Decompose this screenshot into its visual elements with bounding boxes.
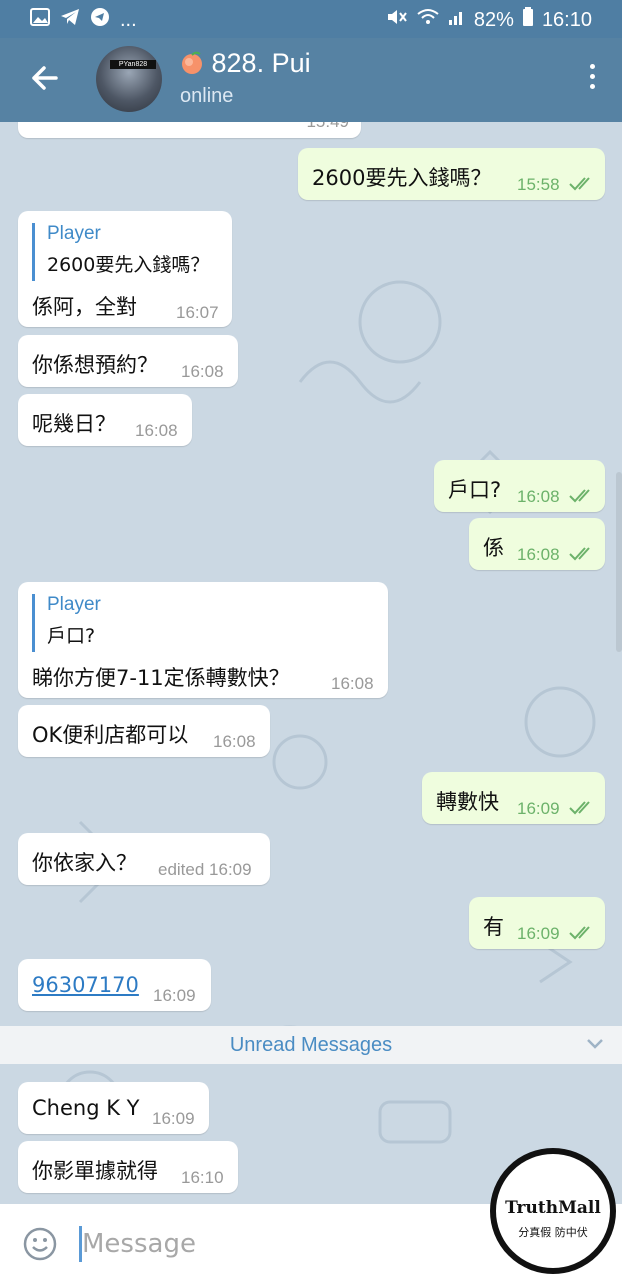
message-text: 呢幾日？: [32, 412, 116, 436]
reply-quote[interactable]: Player 戶口?: [32, 594, 101, 652]
wifi-icon: [416, 8, 440, 32]
unread-label: Unread Messages: [229, 1034, 393, 1056]
read-checkmarks-icon: [569, 177, 590, 191]
message-bubble-incoming[interactable]: Player 戶口? 睇你方便7-11定係轉數快？ 16:08: [18, 582, 388, 698]
phone-number-link[interactable]: 96307170: [32, 973, 139, 997]
signal-icon: [448, 8, 466, 32]
more-menu-icon[interactable]: [586, 64, 598, 96]
status-bar: ... 82% 16:10: [0, 0, 622, 38]
avatar[interactable]: PYan828: [96, 46, 162, 112]
mute-icon: [386, 8, 408, 32]
message-time: 16:10: [181, 1168, 224, 1187]
reply-author: Player: [47, 223, 101, 244]
message-bubble-outgoing[interactable]: 戶口? 16:08: [434, 460, 605, 512]
message-text: 你係想預約？: [32, 353, 158, 377]
message-bubble-outgoing[interactable]: 係 16:08: [469, 518, 605, 570]
system-indicators: 82% 16:10: [386, 7, 592, 33]
contact-name: 828. Pui: [211, 48, 311, 78]
watermark-brand: TruthMall: [505, 1198, 601, 1218]
scrollbar[interactable]: [616, 472, 622, 652]
message-bubble-incoming[interactable]: 15:49: [18, 122, 361, 138]
read-checkmarks-icon: [569, 489, 590, 503]
chevron-down-icon[interactable]: [586, 1037, 604, 1051]
unread-messages-divider: Unread Messages: [0, 1026, 622, 1064]
message-bubble-incoming[interactable]: 你依家入？ edited 16:09: [18, 833, 270, 885]
reply-author: Player: [47, 594, 101, 615]
message-time: 15:49: [306, 122, 349, 132]
chat-header: PYan828 828. Pui online: [0, 38, 622, 122]
message-text: 戶口?: [448, 478, 502, 502]
message-bubble-outgoing[interactable]: 轉數快 16:09: [422, 772, 605, 824]
read-checkmarks-icon: [569, 547, 590, 561]
message-bubble-incoming[interactable]: 呢幾日？ 16:08: [18, 394, 192, 446]
message-text: 你依家入？: [32, 851, 137, 875]
message-time: 16:08: [181, 362, 224, 381]
message-time: 16:09: [153, 986, 196, 1005]
message-bubble-incoming[interactable]: 96307170 16:09: [18, 959, 211, 1011]
telegram-circle-icon: [90, 7, 110, 33]
message-text: 有: [483, 915, 504, 939]
more-notifications: ...: [120, 8, 137, 31]
message-bubble-incoming[interactable]: 你影單據就得 16:10: [18, 1141, 238, 1193]
notification-icons: ...: [30, 7, 137, 33]
peach-icon: [180, 48, 212, 78]
battery-icon: [522, 7, 534, 33]
truthmall-watermark-logo: TruthMall 分真假 防中伏: [490, 1148, 616, 1274]
message-time: 16:07: [176, 303, 219, 322]
read-checkmarks-icon: [569, 926, 590, 940]
message-input[interactable]: [82, 1224, 462, 1264]
message-time: 16:09: [152, 1109, 195, 1128]
gallery-icon: [30, 8, 50, 32]
message-time: 16:08: [517, 487, 560, 506]
message-time: edited 16:09: [158, 860, 252, 879]
message-text: 係阿，全對: [32, 295, 137, 319]
battery-level: 82%: [473, 8, 514, 31]
message-time: 16:08: [135, 421, 178, 440]
message-time: 16:08: [517, 545, 560, 564]
avatar-tag: PYan828: [110, 60, 156, 69]
back-arrow-icon[interactable]: [26, 60, 62, 96]
message-time: 16:09: [517, 924, 560, 943]
reply-quote[interactable]: Player 2600要先入錢嗎？: [32, 223, 209, 281]
read-checkmarks-icon: [569, 801, 590, 815]
chat-title[interactable]: 828. Pui: [180, 48, 311, 79]
message-time: 16:09: [517, 799, 560, 818]
message-bubble-outgoing[interactable]: 有 16:09: [469, 897, 605, 949]
message-bubble-incoming[interactable]: OK便利店都可以 16:08: [18, 705, 270, 757]
message-text: 轉數快: [436, 790, 499, 814]
message-bubble-incoming[interactable]: Player 2600要先入錢嗎？ 係阿，全對 16:07: [18, 211, 232, 327]
message-bubble-incoming[interactable]: 你係想預約？ 16:08: [18, 335, 238, 387]
message-time: 15:58: [517, 175, 560, 194]
message-text: 睇你方便7-11定係轉數快？: [32, 666, 290, 690]
message-text: Cheng K Y: [32, 1096, 140, 1120]
message-time: 16:08: [331, 674, 374, 693]
watermark-slogan: 分真假 防中伏: [518, 1226, 588, 1239]
online-status: online: [180, 85, 234, 107]
message-list[interactable]: 15:49 2600要先入錢嗎？ 15:58 Player 2600要先入錢嗎？…: [0, 122, 622, 1204]
message-bubble-incoming[interactable]: Cheng K Y 16:09: [18, 1082, 209, 1134]
message-bubble-outgoing[interactable]: 2600要先入錢嗎？ 15:58: [298, 148, 605, 200]
message-text: 2600要先入錢嗎？: [312, 166, 492, 190]
message-text: 係: [483, 536, 504, 560]
telegram-icon: [60, 8, 80, 32]
clock: 16:10: [541, 8, 592, 31]
reply-text: 戶口?: [47, 625, 96, 647]
emoji-icon[interactable]: [22, 1226, 58, 1262]
message-time: 16:08: [213, 732, 256, 751]
message-text: 你影單據就得: [32, 1159, 158, 1183]
reply-text: 2600要先入錢嗎？: [47, 254, 210, 276]
message-text: OK便利店都可以: [32, 723, 189, 747]
